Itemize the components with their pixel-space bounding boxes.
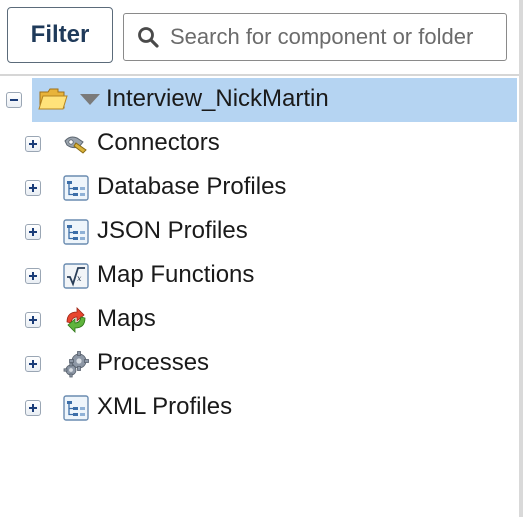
profile-icon xyxy=(63,175,89,201)
expand-icon[interactable] xyxy=(25,356,41,372)
component-tree: Interview_NickMartin Connectors Database… xyxy=(0,78,519,430)
profile-icon xyxy=(63,395,89,421)
tree-item-maps[interactable]: Maps xyxy=(0,298,519,342)
collapse-toggle-icon[interactable] xyxy=(6,92,22,108)
expand-icon[interactable] xyxy=(25,224,41,240)
tree-item-label: JSON Profiles xyxy=(97,217,248,244)
map-icon xyxy=(66,307,86,333)
tree-item-map-functions[interactable]: x Map Functions xyxy=(0,254,519,298)
search-input[interactable] xyxy=(170,24,490,50)
tree-item-label: Map Functions xyxy=(97,261,255,288)
expand-icon[interactable] xyxy=(25,312,41,328)
tree-item-connectors[interactable]: Connectors xyxy=(0,122,519,166)
tree-item-processes[interactable]: Processes xyxy=(0,342,519,386)
gears-icon xyxy=(63,351,89,378)
function-icon: x xyxy=(63,263,89,289)
connector-icon xyxy=(64,136,87,154)
tree-item-label: XML Profiles xyxy=(97,393,233,420)
tree-item-label: Database Profiles xyxy=(97,173,287,200)
toolbar-divider xyxy=(0,74,519,76)
expand-icon[interactable] xyxy=(25,268,41,284)
root-dropdown-icon[interactable] xyxy=(80,94,100,105)
folder-icon xyxy=(38,88,68,110)
search-icon xyxy=(138,27,159,48)
tree-item-database-profiles[interactable]: Database Profiles xyxy=(0,166,519,210)
tree-item-label: Processes xyxy=(97,349,210,376)
expand-icon[interactable] xyxy=(25,180,41,196)
expand-icon[interactable] xyxy=(25,136,41,152)
tree-item-xml-profiles[interactable]: XML Profiles xyxy=(0,386,519,430)
root-folder-label: Interview_NickMartin xyxy=(106,85,329,112)
panel-edge xyxy=(519,0,523,517)
explorer-toolbar: Filter xyxy=(0,0,519,74)
search-box[interactable] xyxy=(123,13,507,61)
tree-item-json-profiles[interactable]: JSON Profiles xyxy=(0,210,519,254)
profile-icon xyxy=(63,219,89,245)
svg-text:x: x xyxy=(77,274,82,283)
tree-item-label: Maps xyxy=(97,305,156,332)
tree-item-label: Connectors xyxy=(97,129,220,156)
component-explorer: Filter Interview_NickMartin xyxy=(0,0,523,517)
filter-button[interactable]: Filter xyxy=(7,7,113,63)
expand-icon[interactable] xyxy=(25,400,41,416)
tree-root-row[interactable]: Interview_NickMartin xyxy=(0,78,519,122)
